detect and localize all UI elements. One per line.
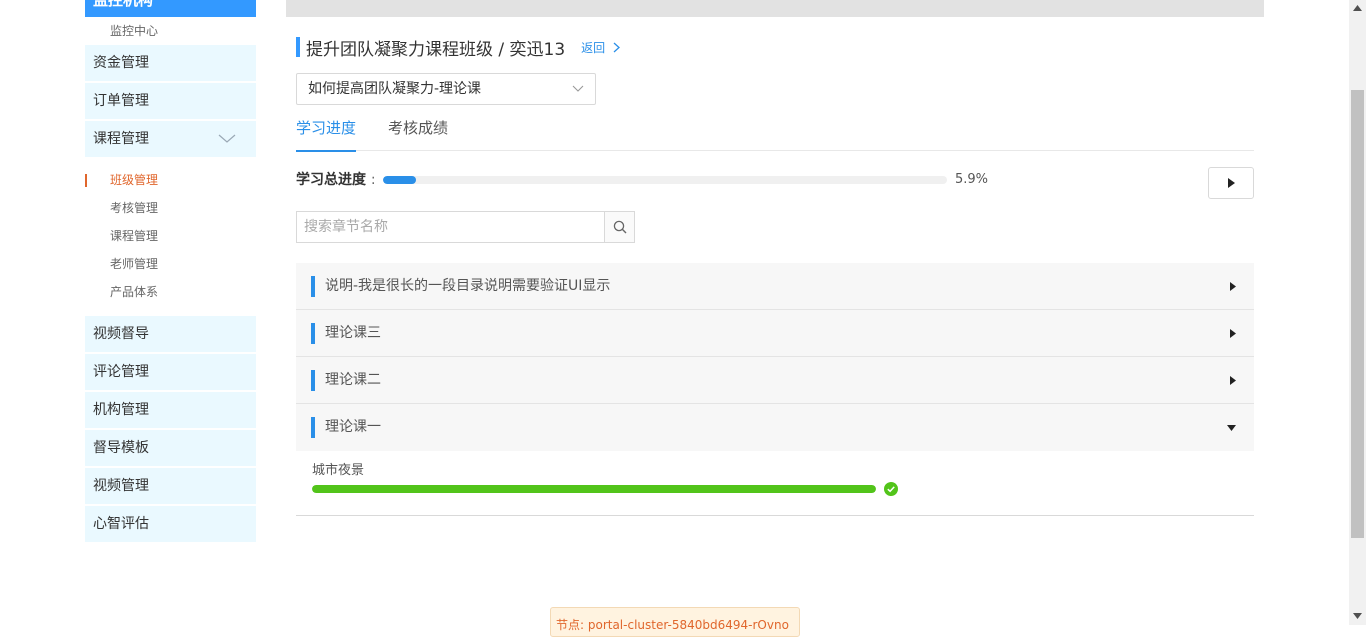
tab-study-progress[interactable]: 学习进度: [296, 112, 357, 152]
overall-progress-fill: [383, 176, 417, 184]
sidebar-item-videos[interactable]: 视频管理: [85, 468, 256, 504]
chapter-search-input[interactable]: [296, 211, 604, 243]
scroll-down-icon[interactable]: [1353, 613, 1362, 619]
search-icon: [613, 220, 626, 234]
chevron-right-icon: [613, 42, 621, 52]
chapter-search: [296, 211, 635, 243]
overall-progress-percent: 5.9%: [955, 172, 989, 187]
breadcrumb-bar: [286, 0, 1264, 17]
tab-bar: 学习进度 考核成绩: [296, 112, 1254, 152]
sidebar: 监控机构 监控中心 资金管理 订单管理 课程管理 班级管理 考核管理 课程管理 …: [85, 0, 256, 544]
sidebar-subitem-classes[interactable]: 班级管理: [85, 166, 256, 194]
chapter-item[interactable]: 理论课三: [296, 310, 1254, 357]
scroll-up-icon[interactable]: [1353, 5, 1362, 11]
lesson-progress-track: [312, 485, 876, 493]
lesson-title: 城市夜景: [312, 463, 365, 478]
sidebar-item-orders[interactable]: 订单管理: [85, 83, 256, 119]
sidebar-item-mind-assessment[interactable]: 心智评估: [85, 506, 256, 542]
chevron-down-icon: [218, 134, 236, 143]
progress-label-colon: :: [370, 172, 376, 188]
sidebar-subitem-exams[interactable]: 考核管理: [85, 194, 256, 222]
node-info-tag: 节点: portal-cluster-5840bd6494-rOvno: [550, 607, 800, 637]
sidebar-submenu-courses: 班级管理 考核管理 课程管理 老师管理 产品体系: [85, 159, 256, 316]
caret-down-icon: [1227, 425, 1236, 431]
sidebar-item-label: 课程管理: [93, 131, 149, 147]
chapter-list: 说明-我是很长的一段目录说明需要验证UI显示 理论课三 理论课二 理论课一 城市…: [296, 263, 1254, 516]
caret-right-icon: [1230, 329, 1236, 338]
page-header: 提升团队凝聚力课程班级 / 奕迅13 返回: [296, 36, 621, 60]
sidebar-item-finance[interactable]: 资金管理: [85, 45, 256, 81]
caret-right-icon: [1230, 282, 1236, 291]
back-link[interactable]: 返回: [581, 39, 621, 56]
page-scrollbar[interactable]: [1349, 0, 1366, 625]
sidebar-subitem-products[interactable]: 产品体系: [85, 278, 256, 306]
check-circle-icon: [884, 482, 898, 496]
scrollbar-thumb[interactable]: [1351, 90, 1364, 538]
overall-progress-track: [383, 176, 947, 184]
page-title: 提升团队凝聚力课程班级 / 奕迅13: [306, 39, 566, 60]
chapter-accent-bar: [311, 276, 315, 297]
chapter-accent-bar: [311, 323, 315, 344]
play-icon: [1227, 178, 1235, 188]
overall-progress-label: 学习总进度 :: [296, 169, 376, 189]
chevron-down-icon: [572, 85, 584, 92]
chapter-title: 理论课二: [325, 372, 381, 388]
back-label: 返回: [581, 40, 606, 55]
play-button[interactable]: [1208, 167, 1254, 199]
sidebar-subitem-course-mgmt[interactable]: 课程管理: [85, 222, 256, 250]
brand-label: 监控机构: [93, 0, 154, 9]
search-button[interactable]: [604, 211, 635, 243]
sidebar-brand: 监控机构: [85, 0, 256, 17]
sidebar-item-video-supervision[interactable]: 视频督导: [85, 316, 256, 352]
lesson-progress-fill: [312, 485, 876, 493]
title-accent-bar: [296, 37, 300, 57]
sidebar-subitem-monitor[interactable]: 监控中心: [85, 17, 256, 45]
tab-exam-scores[interactable]: 考核成绩: [388, 112, 448, 151]
chapter-title: 理论课三: [325, 325, 381, 341]
lesson-item[interactable]: 城市夜景: [296, 451, 1254, 516]
sidebar-item-comments[interactable]: 评论管理: [85, 354, 256, 390]
chapter-item[interactable]: 理论课二: [296, 357, 1254, 404]
chapter-accent-bar: [311, 417, 315, 438]
course-select-value: 如何提高团队凝聚力-理论课: [308, 81, 482, 97]
chapter-accent-bar: [311, 370, 315, 391]
chapter-title: 理论课一: [325, 419, 381, 435]
sidebar-item-institutions[interactable]: 机构管理: [85, 392, 256, 428]
overall-progress: 学习总进度 : 5.9%: [296, 167, 1254, 199]
caret-right-icon: [1230, 376, 1236, 385]
chapter-title: 说明-我是很长的一段目录说明需要验证UI显示: [325, 278, 611, 294]
chapter-item[interactable]: 说明-我是很长的一段目录说明需要验证UI显示: [296, 263, 1254, 310]
chapter-item[interactable]: 理论课一: [296, 404, 1254, 451]
progress-label-text: 学习总进度: [296, 172, 366, 188]
course-select[interactable]: 如何提高团队凝聚力-理论课: [296, 73, 596, 105]
sidebar-item-supervision-templates[interactable]: 督导模板: [85, 430, 256, 466]
sidebar-subitem-teachers[interactable]: 老师管理: [85, 250, 256, 278]
sidebar-item-courses[interactable]: 课程管理: [85, 121, 256, 157]
